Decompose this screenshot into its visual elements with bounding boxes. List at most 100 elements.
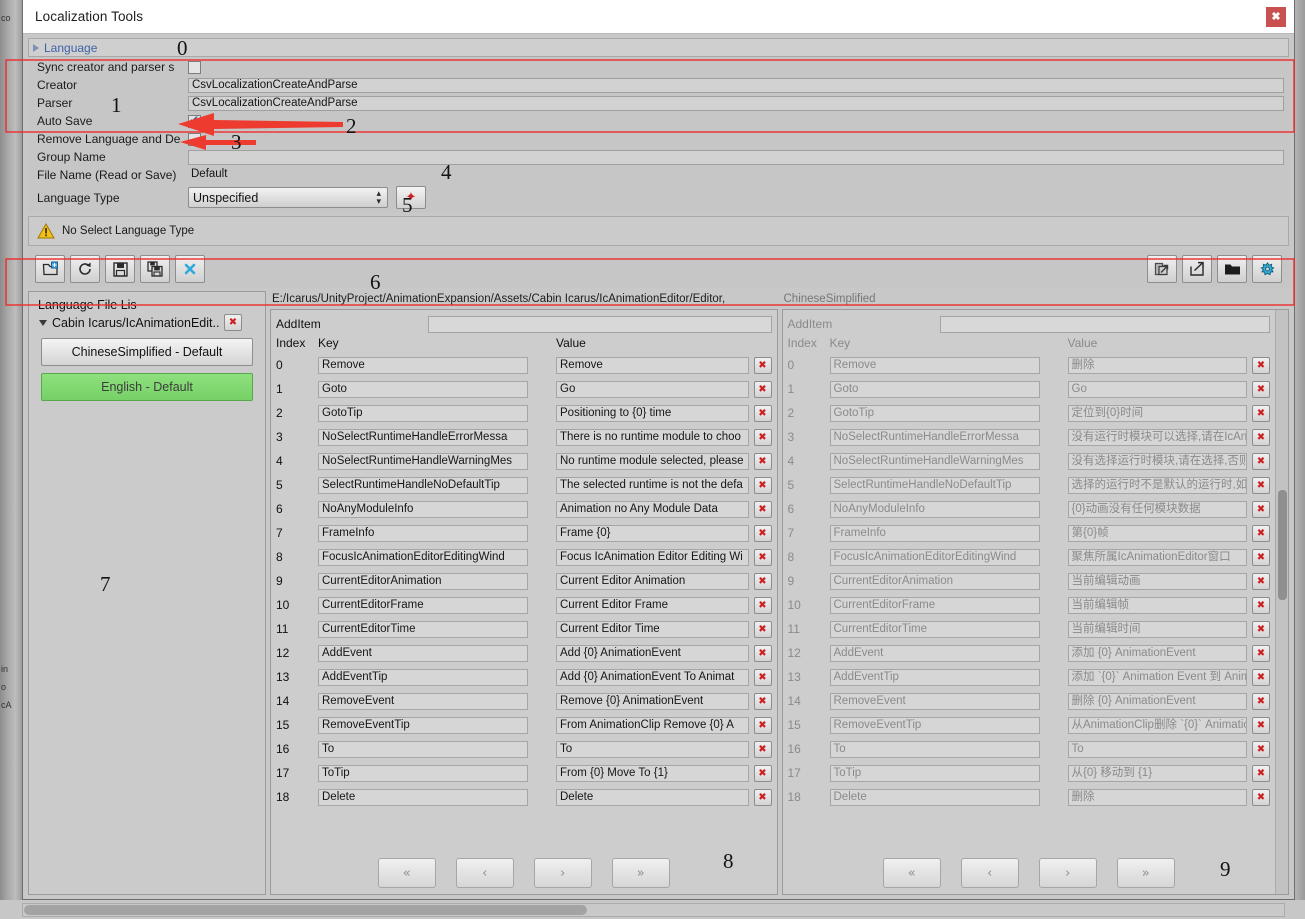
row-value-field[interactable]: Focus IcAnimation Editor Editing Wi xyxy=(556,548,749,566)
row-remove-button[interactable]: ✖ xyxy=(753,716,772,734)
row-remove-button[interactable]: ✖ xyxy=(753,380,772,398)
language-button-chinese[interactable]: ChineseSimplified - Default xyxy=(41,338,253,366)
row-key-field[interactable]: AddEvent xyxy=(829,644,1040,662)
row-value-field[interactable]: From {0} Move To {1} xyxy=(556,764,749,782)
row-remove-button[interactable]: ✖ xyxy=(1252,476,1270,494)
row-remove-button[interactable]: ✖ xyxy=(753,620,772,638)
row-key-field[interactable]: CurrentEditorAnimation xyxy=(829,572,1040,590)
scrollbar-thumb[interactable] xyxy=(1278,490,1287,600)
row-value-field[interactable]: Remove {0} AnimationEvent xyxy=(556,692,749,710)
row-remove-button[interactable]: ✖ xyxy=(753,764,772,782)
row-key-field[interactable]: To xyxy=(829,740,1040,758)
row-key-field[interactable]: FrameInfo xyxy=(318,524,528,542)
close-x-icon[interactable] xyxy=(175,255,205,283)
row-value-field[interactable]: Current Editor Frame xyxy=(556,596,749,614)
row-key-field[interactable]: NoSelectRuntimeHandleErrorMessa xyxy=(829,428,1040,446)
row-remove-button[interactable]: ✖ xyxy=(1252,692,1270,710)
row-key-field[interactable]: NoSelectRuntimeHandleWarningMes xyxy=(318,452,528,470)
row-remove-button[interactable]: ✖ xyxy=(753,572,772,590)
row-value-field[interactable]: Animation no Any Module Data xyxy=(556,500,749,518)
row-value-field[interactable]: Add {0} AnimationEvent xyxy=(556,644,749,662)
row-value-field[interactable]: {0}动画没有任何模块数据 xyxy=(1067,500,1247,518)
row-key-field[interactable]: AddEventTip xyxy=(318,668,528,686)
row-key-field[interactable]: RemoveEventTip xyxy=(318,716,528,734)
row-value-field[interactable]: To xyxy=(1067,740,1247,758)
row-remove-button[interactable]: ✖ xyxy=(753,452,772,470)
row-remove-button[interactable]: ✖ xyxy=(1252,764,1270,782)
row-key-field[interactable]: To xyxy=(318,740,528,758)
row-key-field[interactable]: GotoTip xyxy=(318,404,528,422)
row-key-field[interactable]: ToTip xyxy=(318,764,528,782)
import-icon[interactable] xyxy=(1147,255,1177,283)
refresh-icon[interactable] xyxy=(70,255,100,283)
row-key-field[interactable]: CurrentEditorFrame xyxy=(318,596,528,614)
row-key-field[interactable]: Remove xyxy=(318,356,528,374)
row-value-field[interactable]: Go xyxy=(1067,380,1247,398)
window-horizontal-scrollbar[interactable] xyxy=(22,903,1285,917)
row-key-field[interactable]: CurrentEditorTime xyxy=(829,620,1040,638)
row-value-field[interactable]: 从AnimationClip删除 `{0}` Animatio xyxy=(1067,716,1247,734)
row-key-field[interactable]: NoSelectRuntimeHandleErrorMessa xyxy=(318,428,528,446)
window-close-button[interactable]: ✖ xyxy=(1266,7,1286,27)
row-value-field[interactable]: 从{0} 移动到 {1} xyxy=(1067,764,1247,782)
page-last-button[interactable]: » xyxy=(1116,858,1175,888)
row-value-field[interactable]: 删除 xyxy=(1067,356,1247,374)
creator-field[interactable]: CsvLocalizationCreateAndParse xyxy=(188,77,1284,93)
remove-language-file-button[interactable]: ✖ xyxy=(224,314,242,331)
row-remove-button[interactable]: ✖ xyxy=(1252,596,1270,614)
page-next-button[interactable]: › xyxy=(533,858,592,888)
row-value-field[interactable]: To xyxy=(556,740,749,758)
row-value-field[interactable]: There is no runtime module to choo xyxy=(556,428,749,446)
folder-icon[interactable] xyxy=(1217,255,1247,283)
row-value-field[interactable]: The selected runtime is not the defa xyxy=(556,476,749,494)
row-remove-button[interactable]: ✖ xyxy=(753,740,772,758)
row-key-field[interactable]: RemoveEvent xyxy=(829,692,1040,710)
row-key-field[interactable]: Goto xyxy=(318,380,528,398)
row-value-field[interactable]: Delete xyxy=(556,788,749,806)
row-value-field[interactable]: Remove xyxy=(556,356,749,374)
row-value-field[interactable]: 删除 xyxy=(1067,788,1247,806)
row-remove-button[interactable]: ✖ xyxy=(1252,452,1270,470)
language-foldout-header[interactable]: Language xyxy=(28,38,1289,57)
row-remove-button[interactable]: ✖ xyxy=(1252,620,1270,638)
chinese-pane-scrollbar[interactable] xyxy=(1275,310,1288,894)
file-name-field[interactable]: Default xyxy=(188,167,1284,183)
row-remove-button[interactable]: ✖ xyxy=(1252,356,1270,374)
language-type-dropdown[interactable]: Unspecified ▴ ▾ xyxy=(188,187,388,208)
page-prev-button[interactable]: ‹ xyxy=(455,858,514,888)
row-key-field[interactable]: Delete xyxy=(829,788,1040,806)
settings-gear-icon[interactable] xyxy=(1252,255,1282,283)
row-value-field[interactable]: Add {0} AnimationEvent To Animat xyxy=(556,668,749,686)
row-value-field[interactable]: 删除 {0} AnimationEvent xyxy=(1067,692,1247,710)
language-file-tree-node[interactable]: Cabin Icarus/IcAnimationEdit... ✖ xyxy=(29,314,265,331)
row-remove-button[interactable]: ✖ xyxy=(753,788,772,806)
new-file-icon[interactable] xyxy=(35,255,65,283)
language-button-english[interactable]: English - Default xyxy=(41,373,253,401)
remove-language-checkbox[interactable] xyxy=(188,132,201,146)
row-value-field[interactable]: 定位到{0}时间 xyxy=(1067,404,1247,422)
row-remove-button[interactable]: ✖ xyxy=(1252,740,1270,758)
page-first-button[interactable]: « xyxy=(882,858,941,888)
sync-creator-parser-checkbox[interactable] xyxy=(188,60,201,74)
row-value-field[interactable]: Current Editor Time xyxy=(556,620,749,638)
row-key-field[interactable]: NoAnyModuleInfo xyxy=(829,500,1040,518)
row-key-field[interactable]: FrameInfo xyxy=(829,524,1040,542)
add-language-type-button[interactable]: ✦ xyxy=(396,186,426,209)
row-value-field[interactable]: 没有选择运行时模块,请在选择,否则不会补 xyxy=(1067,452,1247,470)
row-key-field[interactable]: CurrentEditorFrame xyxy=(829,596,1040,614)
row-key-field[interactable]: GotoTip xyxy=(829,404,1040,422)
row-value-field[interactable]: Frame {0} xyxy=(556,524,749,542)
page-last-button[interactable]: » xyxy=(611,858,670,888)
row-key-field[interactable]: ToTip xyxy=(829,764,1040,782)
save-icon[interactable] xyxy=(105,255,135,283)
row-remove-button[interactable]: ✖ xyxy=(1252,548,1270,566)
row-remove-button[interactable]: ✖ xyxy=(753,524,772,542)
row-remove-button[interactable]: ✖ xyxy=(1252,572,1270,590)
export-icon[interactable] xyxy=(1182,255,1212,283)
row-remove-button[interactable]: ✖ xyxy=(753,356,772,374)
auto-save-checkbox[interactable] xyxy=(188,113,201,128)
row-key-field[interactable]: Goto xyxy=(829,380,1040,398)
row-remove-button[interactable]: ✖ xyxy=(1252,716,1270,734)
row-key-field[interactable]: AddEventTip xyxy=(829,668,1040,686)
row-key-field[interactable]: AddEvent xyxy=(318,644,528,662)
